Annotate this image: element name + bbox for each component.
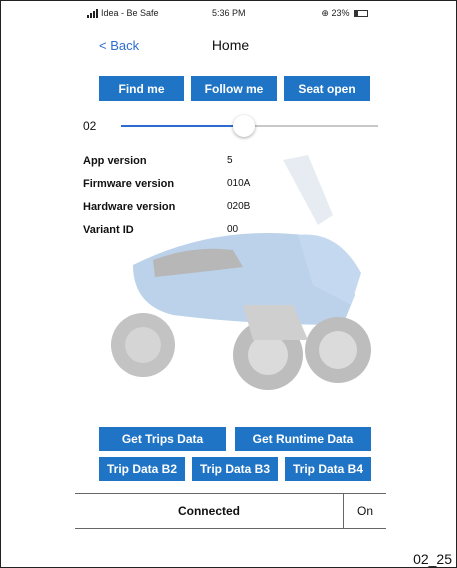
figure-caption: 02_25 [413, 551, 452, 567]
carrier-name: Idea - Be Safe [101, 8, 159, 18]
info-key: Variant ID [83, 224, 134, 236]
slider-fill [121, 125, 245, 127]
info-value: 5 [227, 155, 233, 166]
slider-label: 02 [83, 119, 97, 133]
info-key: Firmware version [83, 178, 175, 190]
bluetooth-icon: ⊕ [321, 8, 329, 18]
get-trips-data-button[interactable]: Get Trips Data [99, 427, 226, 451]
battery-icon [354, 10, 368, 18]
seat-open-button[interactable]: Seat open [284, 76, 370, 101]
phone-screen: Idea - Be Safe 5:36 PM ⊕ 23% < Back Home… [75, 5, 386, 542]
value-slider: 02 [83, 113, 378, 139]
info-key: App version [83, 155, 147, 167]
signal-icon [87, 8, 99, 18]
slider-thumb[interactable] [233, 115, 256, 137]
figure-frame: Idea - Be Safe 5:36 PM ⊕ 23% < Back Home… [0, 0, 457, 568]
info-key: Hardware version [83, 201, 176, 213]
carrier-indicator: Idea - Be Safe [87, 8, 159, 18]
connection-bar: Connected On [75, 493, 386, 529]
follow-me-button[interactable]: Follow me [191, 76, 277, 101]
status-bar: Idea - Be Safe 5:36 PM ⊕ 23% [75, 5, 386, 21]
connection-toggle[interactable]: On [344, 494, 386, 528]
trip-data-b2-button[interactable]: Trip Data B2 [99, 457, 185, 481]
battery-indicator: ⊕ 23% [321, 8, 368, 19]
get-runtime-data-button[interactable]: Get Runtime Data [235, 427, 371, 451]
scooter-image [111, 155, 371, 390]
connection-status: Connected [177, 504, 240, 518]
status-time: 5:36 PM [212, 8, 246, 18]
nav-bar: < Back Home [75, 35, 386, 57]
trip-data-b3-button[interactable]: Trip Data B3 [192, 457, 278, 481]
find-me-button[interactable]: Find me [99, 76, 184, 101]
info-value: 010A [227, 178, 251, 189]
info-value: 020B [227, 201, 251, 212]
page-title: Home [211, 37, 250, 53]
trip-data-b4-button[interactable]: Trip Data B4 [285, 457, 371, 481]
battery-percent: 23% [331, 8, 350, 18]
info-value: 00 [227, 224, 239, 235]
